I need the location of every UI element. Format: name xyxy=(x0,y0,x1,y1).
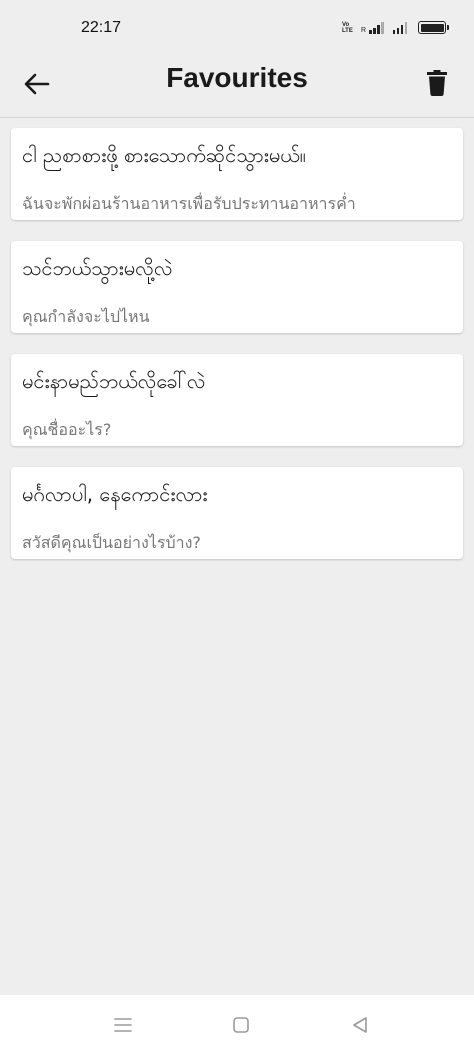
favourite-translation-text: คุณชื่ออะไร? xyxy=(22,420,112,439)
favourites-list: ငါ ညစာစားဖို့ စားသောက်ဆိုင်သွားမယ်။ ฉันจ… xyxy=(11,128,463,580)
battery-icon xyxy=(418,21,449,34)
square-home-icon xyxy=(233,1017,249,1033)
volte-icon: Vo LTE xyxy=(341,21,353,34)
favourite-item[interactable]: မင်္ဂလာပါ, နေကောင်းလား สวัสดีคุณเป็นอย่า… xyxy=(11,467,463,559)
app-bar: Favourites xyxy=(0,58,474,118)
system-nav-bar xyxy=(0,995,474,1053)
page-title: Favourites xyxy=(166,62,308,93)
roaming-indicator: R xyxy=(360,27,366,34)
favourite-source-text: မင်္ဂလာပါ, နေကောင်းလား xyxy=(22,482,208,506)
favourite-source-text: မင်းနာမည်ဘယ်လိုခေါ်လဲ xyxy=(22,369,206,393)
triangle-back-icon xyxy=(353,1017,367,1033)
favourite-translation-text: คุณกำลังจะไปไหน xyxy=(22,307,150,326)
status-icons: Vo LTE R xyxy=(341,21,449,34)
signal-strength-icon xyxy=(369,21,384,34)
status-bar: 22:17 Vo LTE R xyxy=(0,0,474,58)
recent-apps-button[interactable] xyxy=(112,1014,134,1036)
menu-icon xyxy=(114,1018,132,1032)
favourite-source-text: သင်ဘယ်သွားမလို့လဲ xyxy=(22,256,173,280)
favourites-screen: 22:17 Vo LTE R Favourites ငါ ညစာစားဖို့ … xyxy=(0,0,474,1053)
delete-all-button[interactable] xyxy=(420,66,454,100)
status-time: 22:17 xyxy=(81,19,122,36)
favourite-source-text: ငါ ညစာစားဖို့ စားသောက်ဆိုင်သွားမယ်။ xyxy=(22,143,306,167)
home-button[interactable] xyxy=(230,1014,252,1036)
system-back-button[interactable] xyxy=(349,1014,371,1036)
favourite-translation-text: สวัสดีคุณเป็นอย่างไรบ้าง? xyxy=(22,533,201,552)
favourite-item[interactable]: ငါ ညစာစားဖို့ စားသောက်ဆိုင်သွားမယ်။ ฉันจ… xyxy=(11,128,463,220)
signal-strength-icon-2 xyxy=(392,21,407,34)
favourite-item[interactable]: သင်ဘယ်သွားမလို့လဲ คุณกำลังจะไปไหน xyxy=(11,241,463,333)
favourite-translation-text: ฉันจะพักผ่อนร้านอาหารเพื่อรับประทานอาหาร… xyxy=(22,194,356,213)
trash-icon xyxy=(427,70,447,96)
favourite-item[interactable]: မင်းနာမည်ဘယ်လိုခေါ်လဲ คุณชื่ออะไร? xyxy=(11,354,463,446)
